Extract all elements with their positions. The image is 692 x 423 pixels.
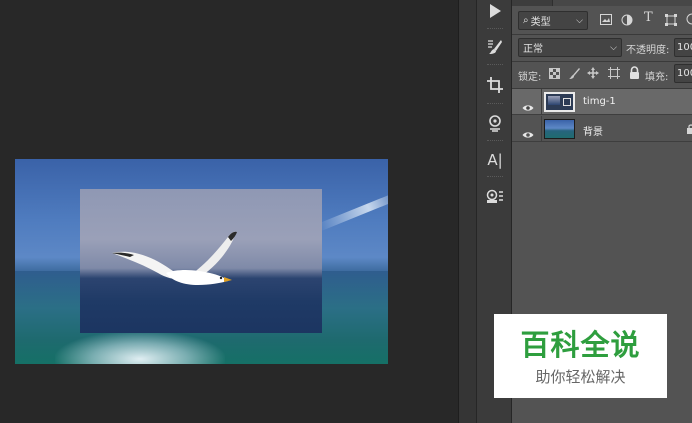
panel-divider-line <box>512 61 692 62</box>
adjustments-icon[interactable] <box>481 183 509 211</box>
tool-separator <box>487 64 503 65</box>
lock-pixels-icon[interactable] <box>568 67 580 82</box>
shape-filter-icon[interactable] <box>665 14 677 29</box>
row-separator <box>541 116 542 142</box>
layer-row[interactable]: timg-1 <box>512 89 692 115</box>
blend-mode-select[interactable]: 正常 ⌵ <box>518 38 622 57</box>
tool-separator <box>487 103 503 104</box>
type-filter-icon[interactable]: T <box>644 11 653 24</box>
blend-mode-label: 正常 <box>523 44 543 55</box>
adjust-filter-icon[interactable] <box>621 14 633 29</box>
lock-icon <box>687 123 692 137</box>
layer-thumbnail <box>544 92 575 112</box>
panel-tabs <box>512 0 692 6</box>
search-icon: ⌕ <box>523 15 529 26</box>
visibility-eye-icon[interactable] <box>522 97 534 116</box>
lock-artboard-icon[interactable] <box>608 67 620 82</box>
tool-separator <box>487 28 503 29</box>
tool-separator <box>487 140 503 141</box>
layers-tab[interactable] <box>552 0 692 6</box>
layer-name[interactable]: timg-1 <box>583 96 616 107</box>
thumbnail-preview <box>548 96 560 105</box>
panel-divider-line <box>512 34 692 35</box>
smart-object-badge <box>563 98 571 106</box>
row-separator <box>541 89 542 115</box>
timg-1-layer-content[interactable] <box>80 189 322 333</box>
visibility-eye-icon[interactable] <box>522 124 534 143</box>
opacity-label: 不透明度: <box>626 45 670 56</box>
chevron-down-icon: ⌵ <box>576 15 583 26</box>
fill-input[interactable]: 100 <box>674 64 692 83</box>
puppet-icon[interactable] <box>481 109 509 137</box>
boat-wake <box>55 331 225 364</box>
play-icon[interactable] <box>481 0 509 25</box>
tool-separator <box>487 176 503 177</box>
opacity-value: 100 <box>677 42 692 53</box>
seagull-image <box>112 231 237 285</box>
character-icon[interactable]: A| <box>481 146 509 174</box>
layer-thumbnail <box>544 119 575 139</box>
filter-kind-label: 类型 <box>530 17 551 28</box>
watermark-title: 百科全说 <box>520 328 641 362</box>
layer-row[interactable]: 背景 <box>512 116 692 142</box>
lock-all-icon[interactable] <box>629 66 640 82</box>
brush-preset-icon[interactable] <box>481 33 509 61</box>
image-filter-icon[interactable] <box>600 14 612 28</box>
document-image[interactable] <box>15 159 388 364</box>
panel-divider[interactable] <box>458 0 476 423</box>
watermark-subtitle: 助你轻松解决 <box>535 368 626 386</box>
character-label: A| <box>487 151 503 169</box>
lock-position-icon[interactable] <box>587 67 599 82</box>
lock-label: 锁定: <box>518 72 542 83</box>
crop-icon[interactable] <box>481 71 509 99</box>
canvas-area[interactable] <box>0 0 458 423</box>
opacity-input[interactable]: 100 <box>674 38 692 57</box>
fill-label: 填充: <box>645 72 669 83</box>
fill-value: 100 <box>677 68 692 79</box>
chevron-down-icon: ⌵ <box>610 42 617 53</box>
filter-kind-select[interactable]: ⌕ 类型 ⌵ <box>518 11 588 30</box>
cloud-streak <box>316 190 388 232</box>
lock-transparent-icon[interactable] <box>549 68 560 82</box>
layer-name[interactable]: 背景 <box>583 123 603 138</box>
filter-toggle-icon[interactable] <box>686 13 692 28</box>
watermark-badge: 百科全说 助你轻松解决 <box>494 314 667 398</box>
